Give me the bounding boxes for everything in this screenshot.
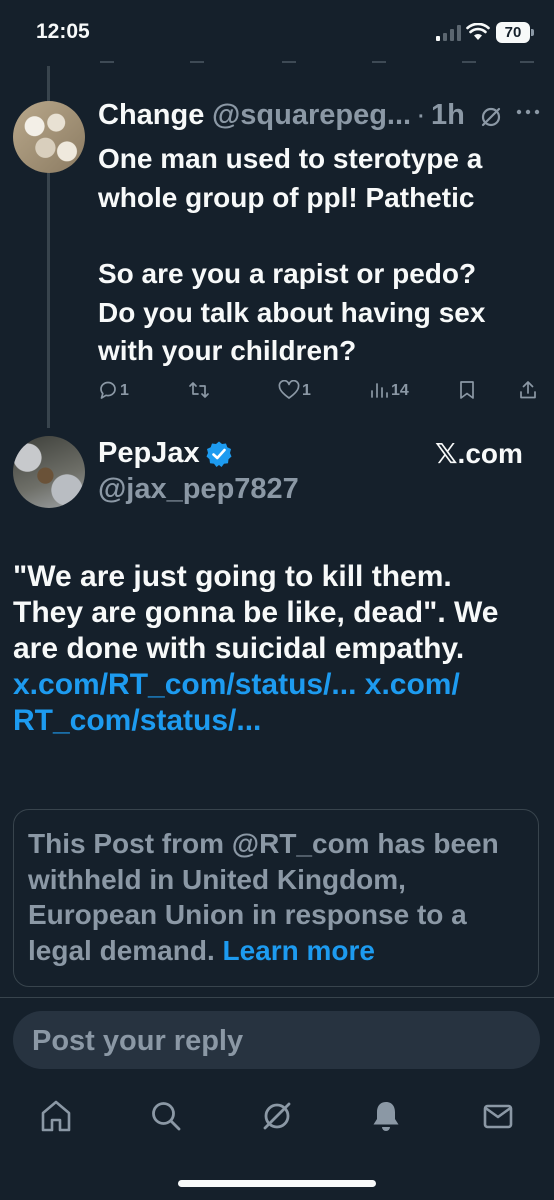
repost-action-button[interactable] — [188, 379, 212, 405]
reply-author-name[interactable]: Change — [98, 99, 204, 132]
reply-text-line: Do you talk about having sex — [98, 296, 486, 328]
reply-post-text: One man used to sterotype a whole group … — [98, 140, 538, 371]
main-author-handle[interactable]: @jax_pep7827 — [98, 473, 299, 506]
withheld-notice-card: This Post from @RT_com has been withheld… — [13, 809, 539, 987]
reply-text-line: whole group of ppl! Pathetic — [98, 181, 475, 213]
view-count: 14 — [391, 382, 409, 399]
reply-timestamp[interactable]: 1h — [431, 99, 465, 132]
wifi-icon — [466, 23, 490, 40]
status-time: 12:05 — [36, 20, 90, 43]
main-author-name[interactable]: PepJax — [98, 437, 200, 470]
bookmark-icon — [460, 381, 474, 399]
reply-text-line: One man used to sterotype a — [98, 143, 483, 174]
reply-action-button[interactable]: 1 — [98, 379, 138, 405]
views-action-button[interactable]: 14 — [369, 379, 417, 405]
like-action-button[interactable]: 1 — [278, 379, 318, 405]
bookmark-action-button[interactable] — [458, 379, 478, 405]
meta-separator: · — [416, 99, 426, 131]
share-action-button[interactable] — [518, 379, 540, 405]
main-author-avatar[interactable] — [13, 436, 85, 508]
reply-text-line: So are you a rapist or pedo? — [98, 258, 477, 289]
faded-previous-actions — [0, 56, 554, 68]
post-text-line: They are gonna be like, dead". We — [13, 596, 499, 629]
home-indicator — [178, 1180, 376, 1187]
messages-icon[interactable] — [480, 1098, 516, 1134]
search-icon[interactable] — [148, 1098, 184, 1134]
grok-icon[interactable] — [259, 1098, 295, 1134]
notifications-icon[interactable] — [368, 1098, 404, 1134]
reply-input-placeholder[interactable]: Post your reply — [32, 1025, 243, 1058]
reply-author-handle[interactable]: @squarepeg... — [212, 99, 411, 132]
heart-icon — [278, 380, 300, 399]
share-icon — [520, 381, 536, 399]
signal-icon — [436, 25, 461, 41]
post-text-line: "We are just going to kill them. — [13, 560, 452, 593]
status-link[interactable]: x.com/RT_com/status/... — [13, 668, 356, 701]
reply-count: 1 — [120, 382, 129, 399]
section-divider — [0, 997, 554, 998]
learn-more-link[interactable]: Learn more — [223, 935, 376, 966]
more-options-icon[interactable] — [514, 100, 542, 124]
grok-icon[interactable] — [479, 105, 503, 129]
reply-text-line: with your children? — [98, 335, 357, 366]
post-text-line: RT_com/status/... — [13, 703, 533, 739]
post-text-line: x.com/RT_com/status/... x.com/ — [13, 667, 533, 703]
post-text-line: are done with suicidal empathy. — [13, 632, 465, 665]
views-icon — [371, 383, 388, 398]
battery-indicator: 70 — [496, 22, 534, 43]
reply-author-avatar[interactable] — [13, 101, 85, 173]
main-post-text: "We are just going to kill them. They ar… — [13, 559, 533, 739]
x-com-brand[interactable]: 𝕏.com — [435, 437, 523, 470]
verified-badge-icon — [206, 441, 232, 467]
status-link[interactable]: RT_com/status/... — [13, 704, 261, 737]
repost-icon — [189, 382, 209, 398]
like-count: 1 — [302, 382, 311, 399]
home-icon[interactable] — [38, 1098, 74, 1134]
reply-icon — [100, 381, 116, 399]
status-link[interactable]: x.com/ — [365, 668, 460, 701]
reply-composer[interactable]: Post your reply — [13, 1011, 540, 1069]
